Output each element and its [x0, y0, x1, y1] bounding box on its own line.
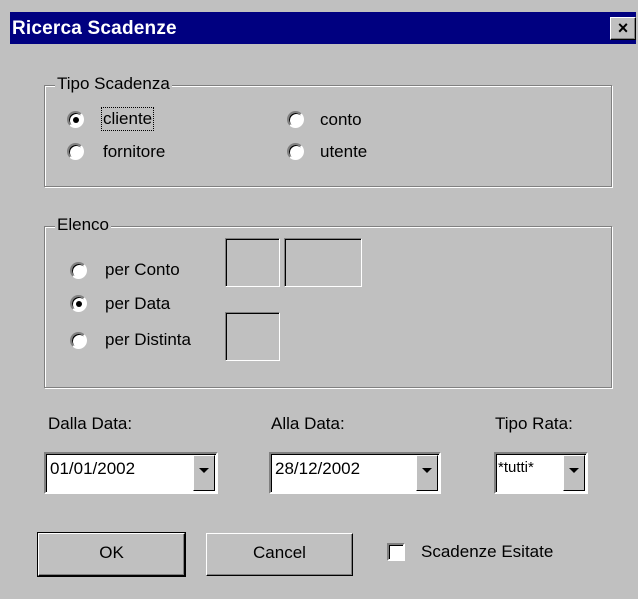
alla-data-dropdown-button[interactable]	[416, 455, 438, 491]
scadenze-esitate-label[interactable]: Scadenze Esitate	[421, 542, 553, 562]
radio-cliente[interactable]	[67, 111, 84, 128]
dalla-data-combo[interactable]: 01/01/2002	[44, 452, 218, 494]
radio-selected-dot	[76, 301, 82, 307]
conto-field-2	[284, 238, 362, 287]
radio-label-utente[interactable]: utente	[320, 142, 367, 162]
alla-data-value: 28/12/2002	[275, 459, 361, 478]
radio-per-distinta[interactable]	[70, 332, 87, 349]
close-icon: ×	[617, 18, 629, 38]
tipo-scadenza-legend: Tipo Scadenza	[55, 74, 172, 94]
scadenze-esitate-checkbox[interactable]	[387, 543, 405, 561]
radio-utente[interactable]	[287, 143, 304, 160]
alla-data-combo[interactable]: 28/12/2002	[269, 452, 441, 494]
radio-label-fornitore[interactable]: fornitore	[103, 142, 165, 162]
radio-selected-dot	[73, 117, 79, 123]
ok-button[interactable]: OK	[37, 532, 186, 577]
chevron-down-icon	[422, 468, 432, 473]
radio-label-per-conto[interactable]: per Conto	[105, 260, 180, 280]
title-bar: Ricerca Scadenze ×	[10, 12, 636, 44]
window-title: Ricerca Scadenze	[12, 18, 177, 39]
chevron-down-icon	[199, 468, 209, 473]
tipo-rata-combo[interactable]: *tutti*	[494, 452, 588, 494]
tipo-rata-label: Tipo Rata:	[495, 414, 573, 433]
alla-data-label: Alla Data:	[271, 414, 345, 433]
radio-conto[interactable]	[287, 111, 304, 128]
conto-field-1	[225, 238, 280, 287]
dalla-data-dropdown-button[interactable]	[193, 455, 215, 491]
tipo-scadenza-group: Tipo Scadenza	[44, 74, 612, 187]
radio-label-per-distinta[interactable]: per Distinta	[105, 330, 191, 350]
elenco-legend: Elenco	[55, 215, 111, 235]
cancel-button-label: Cancel	[253, 543, 306, 562]
dalla-data-label: Dalla Data:	[48, 414, 133, 433]
chevron-down-icon	[569, 468, 579, 473]
cancel-button[interactable]: Cancel	[206, 533, 353, 576]
ok-button-label: OK	[99, 543, 124, 562]
radio-label-conto[interactable]: conto	[320, 110, 362, 130]
radio-label-per-data[interactable]: per Data	[105, 294, 170, 314]
radio-per-conto[interactable]	[70, 262, 87, 279]
close-button[interactable]: ×	[610, 17, 636, 40]
radio-fornitore[interactable]	[67, 143, 84, 160]
radio-label-cliente[interactable]: cliente	[100, 107, 155, 131]
distinta-field	[225, 312, 280, 361]
tipo-rata-value: *tutti*	[498, 459, 534, 476]
dalla-data-value: 01/01/2002	[50, 459, 136, 478]
tipo-rata-dropdown-button[interactable]	[563, 455, 585, 491]
radio-per-data[interactable]	[70, 295, 87, 312]
